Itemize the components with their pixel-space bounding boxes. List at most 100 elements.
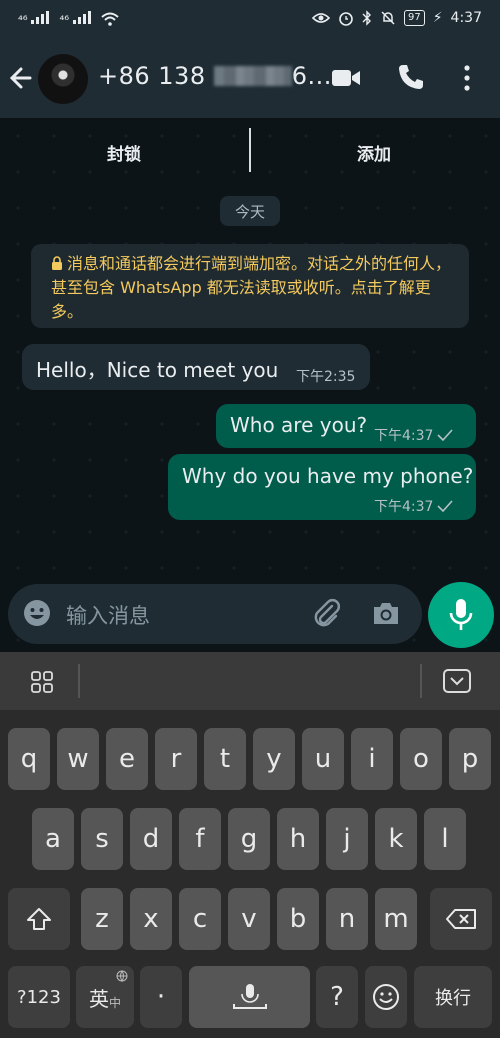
key-p[interactable]: p: [449, 728, 491, 790]
message-outgoing[interactable]: Who are you? 下午4:37: [216, 404, 476, 448]
voice-record-button[interactable]: [428, 582, 494, 648]
attach-icon[interactable]: [310, 596, 342, 630]
mic-icon: [449, 599, 473, 630]
encryption-notice-body: 消息和通话都会进行端到端加密。对话之外的任何人，甚至包含 WhatsApp 都无…: [51, 254, 452, 321]
contact-number-suffix: 6...: [291, 62, 332, 90]
voice-call-icon[interactable]: [396, 62, 426, 92]
date-separator: 今天: [220, 196, 280, 226]
key-v[interactable]: v: [228, 888, 270, 950]
shift-key[interactable]: [8, 888, 70, 950]
key-n[interactable]: n: [326, 888, 368, 950]
message-composer: 输入消息: [8, 584, 422, 644]
message-time: 下午2:35: [296, 369, 356, 385]
message-input[interactable]: 输入消息: [66, 600, 150, 630]
status-bar: ⁴⁶ ⁴⁶ 97 ⚡ 4:37: [0, 0, 500, 40]
lock-icon: [52, 256, 62, 270]
encryption-notice-text: 消息和通话都会进行端到端加密。对话之外的任何人，甚至包含 WhatsApp 都无…: [51, 252, 455, 324]
spam-actions: 封锁 添加: [0, 118, 500, 184]
key-d[interactable]: d: [130, 808, 172, 870]
backspace-icon: [446, 909, 476, 929]
back-arrow-icon[interactable]: [8, 60, 38, 96]
message-time: 下午4:37: [374, 428, 434, 444]
key-x[interactable]: x: [130, 888, 172, 950]
backspace-key[interactable]: [430, 888, 492, 950]
shift-icon: [27, 908, 51, 930]
sent-check-icon: [437, 429, 454, 441]
toolbar-divider: [420, 664, 422, 698]
key-r[interactable]: r: [155, 728, 197, 790]
key-u[interactable]: u: [302, 728, 344, 790]
key-s[interactable]: s: [81, 808, 123, 870]
key-o[interactable]: o: [400, 728, 442, 790]
language-switch-key[interactable]: 英中: [76, 966, 134, 1028]
key-f[interactable]: f: [179, 808, 221, 870]
action-divider: [249, 128, 251, 172]
question-key[interactable]: ?: [316, 966, 358, 1028]
sent-check-icon: [437, 500, 454, 512]
message-time: 下午4:37: [374, 499, 434, 515]
message-text: Who are you?: [230, 413, 368, 437]
key-i[interactable]: i: [351, 728, 393, 790]
key-w[interactable]: w: [57, 728, 99, 790]
battery-indicator: 97: [403, 10, 425, 26]
message-status: 下午4:37: [374, 425, 454, 445]
space-key[interactable]: [189, 966, 310, 1028]
wifi-icon: [101, 12, 119, 26]
key-m[interactable]: m: [375, 888, 417, 950]
key-q[interactable]: q: [8, 728, 50, 790]
signal-label-1: ⁴⁶: [18, 13, 28, 27]
bluetooth-icon: [362, 10, 371, 26]
key-l[interactable]: l: [424, 808, 466, 870]
contact-name[interactable]: +86 138 6...: [98, 62, 332, 90]
emoji-icon[interactable]: [22, 598, 52, 628]
key-c[interactable]: c: [179, 888, 221, 950]
language-label: 英: [88, 986, 109, 1011]
camera-icon[interactable]: [370, 598, 402, 628]
key-g[interactable]: g: [228, 808, 270, 870]
chat-header: +86 138 6...: [0, 40, 500, 118]
language-sub-label: 中: [108, 995, 121, 1010]
emoji-key[interactable]: [365, 966, 407, 1028]
key-a[interactable]: a: [32, 808, 74, 870]
status-right: 97 ⚡ 4:37: [311, 10, 482, 26]
more-options-icon[interactable]: [460, 62, 474, 94]
voice-input-icon: [232, 984, 267, 1009]
soft-keyboard: q w e r t y u i o p a s d f g h j k l z …: [0, 652, 500, 1038]
keyboard-menu-icon[interactable]: [30, 670, 54, 694]
key-h[interactable]: h: [277, 808, 319, 870]
dot-key[interactable]: ·: [140, 966, 182, 1028]
key-z[interactable]: z: [81, 888, 123, 950]
add-contact-button[interactable]: 添加: [357, 140, 391, 165]
message-outgoing[interactable]: Why do you have my phone? 下午4:37: [168, 454, 476, 520]
smiley-icon: [373, 984, 399, 1010]
charging-icon: ⚡: [432, 10, 443, 26]
signal-icon-2: ⁴⁶: [59, 10, 92, 27]
signal-label-2: ⁴⁶: [59, 13, 70, 27]
mute-bell-icon: [381, 11, 395, 25]
key-k[interactable]: k: [375, 808, 417, 870]
signal-icon-1: ⁴⁶: [18, 10, 51, 27]
avatar[interactable]: [38, 54, 88, 104]
symbols-key[interactable]: ?123: [8, 966, 70, 1028]
message-status: 下午4:37: [374, 496, 454, 516]
contact-number-prefix: +86 138: [98, 62, 206, 90]
keyboard-toolbar: [0, 652, 500, 710]
toolbar-divider: [78, 664, 80, 698]
message-text: Hello，Nice to meet you: [36, 358, 279, 382]
status-left: ⁴⁶ ⁴⁶: [18, 10, 119, 27]
key-j[interactable]: j: [326, 808, 368, 870]
video-call-icon[interactable]: [330, 64, 362, 92]
encryption-notice[interactable]: 消息和通话都会进行端到端加密。对话之外的任何人，甚至包含 WhatsApp 都无…: [31, 244, 469, 328]
globe-icon: [116, 970, 128, 982]
hide-keyboard-icon[interactable]: [442, 668, 472, 694]
key-e[interactable]: e: [106, 728, 148, 790]
key-t[interactable]: t: [204, 728, 246, 790]
key-b[interactable]: b: [277, 888, 319, 950]
message-incoming[interactable]: Hello，Nice to meet you 下午2:35: [22, 344, 370, 390]
clock: 4:37: [450, 10, 482, 26]
block-button[interactable]: 封锁: [107, 140, 141, 165]
redacted-digits: [213, 66, 292, 86]
eye-icon: [311, 13, 330, 23]
enter-key[interactable]: 换行: [414, 966, 492, 1028]
key-y[interactable]: y: [253, 728, 295, 790]
